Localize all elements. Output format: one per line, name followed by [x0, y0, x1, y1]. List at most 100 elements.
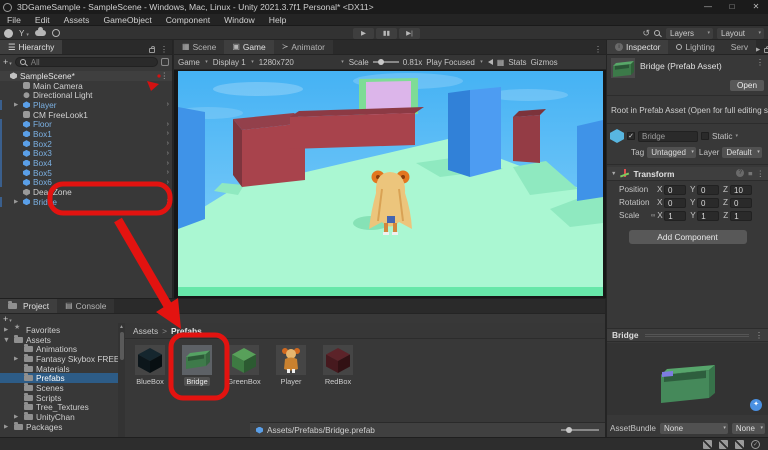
prefab-open-arrow-icon[interactable]: › [167, 179, 169, 186]
menu-item[interactable]: Edit [28, 14, 57, 26]
tab-scene[interactable]: ▦ Scene [174, 40, 225, 54]
layers-dropdown[interactable]: Layers [666, 27, 713, 39]
folder-item[interactable]: ▶ Scripts [0, 392, 118, 403]
header-menu-icon[interactable]: ⋮ [756, 58, 764, 67]
folder-item[interactable]: ▶ Animations [0, 344, 118, 354]
x-value-field[interactable]: 0 [664, 197, 686, 208]
minimize-button[interactable]: — [696, 0, 720, 14]
folder-item[interactable]: ▶ Favorites [0, 323, 118, 335]
expand-arrow-icon[interactable]: ▶ [14, 199, 18, 205]
prefab-open-arrow-icon[interactable]: › [167, 140, 169, 147]
expand-arrow-icon[interactable]: ▶ [14, 356, 18, 362]
lock-icon[interactable] [764, 46, 768, 53]
account-dropdown[interactable]: Y [19, 29, 29, 38]
console-info-muted-icon[interactable] [703, 439, 712, 449]
folder-item[interactable]: ▶ UnityChan [0, 412, 118, 422]
breadcrumb-current[interactable]: Prefabs [171, 326, 202, 336]
active-checkbox[interactable]: ✓ [627, 132, 635, 140]
expand-arrow-icon[interactable]: ▶ [4, 424, 8, 430]
z-value-field[interactable]: 10 [730, 184, 752, 195]
prefab-open-arrow-icon[interactable]: › [167, 169, 169, 176]
lock-icon[interactable] [149, 46, 155, 53]
close-button[interactable]: ✕ [744, 0, 768, 14]
hierarchy-item[interactable]: ▶ Box5 › ⋮ [0, 168, 172, 178]
asset-item[interactable]: RedBox [320, 345, 356, 386]
row-menu-icon[interactable]: ⋮ [161, 71, 169, 80]
asset-item[interactable]: Bridge [179, 345, 215, 386]
hierarchy-item[interactable]: ▶ CM FreeLook1 › ⋮ [0, 110, 172, 120]
static-dropdown-icon[interactable]: ▾ [735, 133, 738, 139]
hierarchy-item[interactable]: ▶ SampleScene* › ⋮ [0, 71, 172, 81]
game-mode-dropdown[interactable]: Game [178, 58, 209, 67]
prefab-open-arrow-icon[interactable]: › [167, 198, 169, 205]
folder-item[interactable]: ▶ Packages [0, 421, 118, 432]
assetbundle-variant-dropdown[interactable]: None [731, 422, 765, 434]
prefab-open-arrow-icon[interactable]: › [167, 130, 169, 137]
expand-arrow-icon[interactable]: ▶ [14, 102, 18, 108]
prefab-open-arrow-icon[interactable]: › [167, 150, 169, 157]
folder-item[interactable]: ▶ Tree_Textures [0, 402, 118, 412]
tag-dropdown[interactable]: Untagged [647, 147, 696, 158]
step-button[interactable]: ▶| [399, 27, 420, 39]
expand-arrow-icon[interactable]: ▶ [3, 337, 9, 341]
hierarchy-item[interactable]: ▶ Floor › ⋮ [0, 119, 172, 129]
preview-resize-handle[interactable] [644, 333, 749, 337]
vsync-icon[interactable]: ▦ [497, 58, 505, 67]
hierarchy-search-input[interactable]: All [14, 57, 158, 67]
tab-lighting[interactable]: Lighting [668, 40, 723, 54]
hierarchy-item[interactable]: ▶ Main Camera › ⋮ [0, 81, 172, 91]
hierarchy-item[interactable]: ▶ Player › ⋮ [0, 100, 172, 110]
menu-item[interactable]: Help [262, 14, 294, 26]
z-value-field[interactable]: 1 [730, 210, 753, 221]
open-prefab-button[interactable]: Open [729, 80, 764, 91]
pause-button[interactable]: ▮▮ [376, 27, 397, 39]
thumbnail-size-slider[interactable] [561, 426, 599, 433]
tab-hierarchy[interactable]: ☰ Hierarchy [0, 40, 63, 54]
layer-dropdown[interactable]: Default [722, 147, 762, 158]
hierarchy-item[interactable]: ▶ Box2 › ⋮ [0, 139, 172, 149]
x-value-field[interactable]: 1 [664, 210, 687, 221]
y-value-field[interactable]: 0 [697, 184, 719, 195]
focus-mode-dropdown[interactable]: Play Focused [426, 58, 483, 67]
layout-dropdown[interactable]: Layout [717, 27, 764, 39]
panel-menu-icon[interactable]: ⋮ [594, 45, 602, 54]
undo-history-icon[interactable]: ↺ [642, 28, 650, 39]
hierarchy-item[interactable]: ▶ Box3 › ⋮ [0, 148, 172, 158]
scroll-up-icon[interactable]: ▲ [119, 324, 124, 330]
assetbundle-dropdown[interactable]: None [659, 422, 728, 434]
prefab-open-arrow-icon[interactable]: › [167, 121, 169, 128]
x-value-field[interactable]: 0 [664, 184, 686, 195]
project-tree-scrollbar[interactable]: ▲ [118, 323, 125, 437]
tab-overflow-icon[interactable]: ▶ [756, 47, 760, 53]
panel-menu-icon[interactable]: ⋮ [160, 45, 168, 54]
asset-item[interactable]: Player [273, 345, 309, 386]
tab-services[interactable]: Serv [722, 40, 757, 54]
hierarchy-item[interactable]: ▶ Directional Light › ⋮ [0, 90, 172, 100]
menu-item[interactable]: File [0, 14, 28, 26]
tab-inspector[interactable]: i Inspector [607, 40, 669, 54]
cloud-icon[interactable] [34, 27, 46, 36]
z-value-field[interactable]: 0 [730, 197, 752, 208]
link-scale-icon[interactable]: ∞ [651, 213, 655, 219]
y-value-field[interactable]: 1 [697, 210, 720, 221]
hierarchy-item[interactable]: ▶ Box6 › ⋮ [0, 177, 172, 187]
menu-item[interactable]: GameObject [96, 14, 158, 26]
gizmos-button[interactable]: Gizmos [531, 58, 558, 67]
folder-item[interactable]: ▶ Prefabs [0, 373, 118, 383]
scene-picker-icon[interactable] [161, 58, 169, 66]
preview-interact-icon[interactable]: ✦ [750, 399, 762, 411]
maximize-button[interactable]: □ [720, 0, 744, 14]
tab-console[interactable]: ▤ Console [57, 299, 115, 313]
name-field[interactable]: Bridge [638, 130, 698, 142]
preview-menu-icon[interactable]: ⋮ [755, 331, 763, 340]
scale-slider[interactable] [372, 58, 399, 65]
console-warning-muted-icon[interactable] [719, 439, 728, 449]
game-viewport[interactable] [174, 70, 606, 298]
mute-audio-icon[interactable] [487, 59, 493, 65]
hierarchy-item[interactable]: ▶ Box1 › ⋮ [0, 129, 172, 139]
account-icon[interactable] [4, 28, 13, 38]
console-error-muted-icon[interactable] [735, 439, 744, 449]
folder-item[interactable]: ▶ Assets [0, 334, 118, 345]
hierarchy-item[interactable]: ▶ Bridge › ⋮ [0, 197, 172, 207]
preview-area[interactable]: ✦ [607, 343, 768, 415]
